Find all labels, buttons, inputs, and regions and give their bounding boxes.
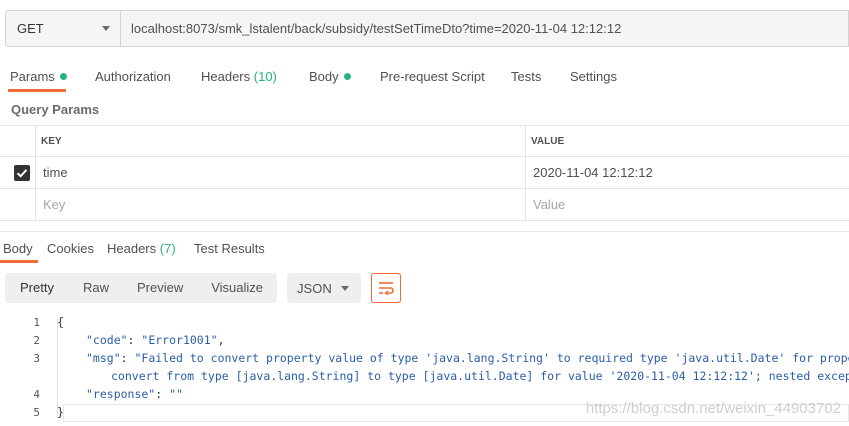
header-value-cell: VALUE — [526, 126, 849, 156]
tab-label: Pre-request Script — [380, 69, 485, 84]
chevron-down-icon — [102, 26, 110, 31]
header-key-cell: KEY — [36, 126, 526, 156]
tab-label: Cookies — [47, 241, 94, 256]
line-number: 3 — [33, 352, 40, 365]
param-value-cell[interactable]: 2020-11-04 12:12:12 — [526, 157, 849, 188]
code-line-4: "response": "" — [86, 387, 183, 401]
new-key-input[interactable]: Key — [36, 189, 526, 220]
line-number: 4 — [33, 388, 40, 401]
tab-label: Body — [3, 241, 33, 256]
tab-test-results[interactable]: Test Results — [194, 238, 265, 264]
indent-guide — [57, 318, 58, 418]
table-row: time 2020-11-04 12:12:12 — [0, 157, 849, 189]
tab-settings[interactable]: Settings — [570, 66, 617, 92]
view-preview-button[interactable]: Preview — [123, 273, 197, 303]
tab-cookies[interactable]: Cookies — [47, 238, 94, 264]
format-select[interactable]: JSON — [287, 273, 362, 303]
tab-count: (10) — [253, 69, 277, 84]
tab-tests[interactable]: Tests — [511, 66, 541, 92]
json-string: convert from type [java.lang.String] to … — [111, 369, 849, 383]
url-input[interactable]: localhost:8073/smk_lstalent/back/subsidy… — [120, 10, 849, 47]
value-placeholder: Value — [533, 197, 566, 212]
json-string: "Error1001" — [141, 333, 218, 347]
status-dot-icon — [59, 73, 67, 80]
tab-label: Params — [10, 69, 55, 84]
tab-headers[interactable]: Headers (10) — [201, 66, 277, 92]
wrap-lines-icon — [379, 282, 394, 295]
status-dot-icon — [343, 73, 351, 80]
view-pretty-button[interactable]: Pretty — [5, 273, 69, 303]
line-number: 1 — [33, 316, 40, 329]
json-key: "msg" — [86, 351, 121, 365]
param-enabled-checkbox[interactable] — [14, 165, 30, 181]
method-select[interactable]: GET — [5, 10, 120, 47]
code-line-2: "code": "Error1001", — [86, 333, 225, 347]
active-tab-indicator — [0, 260, 38, 263]
response-toolbar: Pretty Raw Preview Visualize JSON — [5, 273, 402, 303]
tab-label: Test Results — [194, 241, 265, 256]
json-string: "Failed to convert property value of typ… — [134, 351, 849, 365]
json-string: "" — [169, 387, 183, 401]
line-number: 5 — [33, 406, 40, 419]
param-value: 2020-11-04 12:12:12 — [533, 165, 653, 180]
method-label: GET — [17, 21, 44, 36]
json-key: "code" — [86, 333, 128, 347]
tab-authorization[interactable]: Authorization — [95, 66, 171, 92]
table-row-empty: Key Value — [0, 189, 849, 221]
code-line-5: } — [57, 405, 64, 419]
code-line-1: { — [57, 315, 64, 329]
json-brace: } — [57, 405, 64, 419]
format-label: JSON — [297, 280, 332, 296]
query-params-title: Query Params — [11, 102, 100, 117]
param-key: time — [43, 165, 68, 180]
params-table: KEY VALUE time 2020-11-04 12:12:12 Key V… — [0, 125, 849, 221]
response-tabs: Body Cookies Headers (7) Test Results — [0, 238, 849, 264]
tab-label: Headers — [107, 241, 157, 256]
tab-label: Authorization — [95, 69, 171, 84]
code-line-3: "msg": "Failed to convert property value… — [86, 351, 849, 365]
tab-pre-request-script[interactable]: Pre-request Script — [380, 66, 485, 92]
tab-label: Tests — [511, 69, 542, 84]
tab-body[interactable]: Body — [309, 66, 351, 92]
tab-label: Body — [309, 69, 339, 84]
watermark: https://blog.csdn.net/weixin_44903702 — [585, 400, 841, 417]
row-checkbox-cell — [0, 189, 36, 220]
request-bar: GET localhost:8073/smk_lstalent/back/sub… — [5, 10, 849, 49]
tab-label: Settings — [570, 69, 617, 84]
check-icon — [16, 169, 28, 178]
tab-response-headers[interactable]: Headers (7) — [107, 238, 176, 264]
view-visualize-button[interactable]: Visualize — [197, 273, 277, 303]
table-header: KEY VALUE — [0, 126, 849, 157]
row-checkbox-cell — [0, 157, 36, 188]
key-placeholder: Key — [43, 197, 66, 212]
header-checkbox-cell — [0, 126, 36, 156]
active-tab-indicator — [8, 89, 66, 92]
request-tabs: Params Authorization Headers (10) Body P… — [0, 66, 849, 92]
view-mode-group: Pretty Raw Preview Visualize — [5, 273, 278, 303]
tab-count: (7) — [159, 241, 176, 256]
new-value-input[interactable]: Value — [526, 189, 849, 220]
code-line-3-wrap: convert from type [java.lang.String] to … — [111, 369, 849, 383]
json-key: "response" — [86, 387, 156, 401]
wrap-lines-button[interactable] — [371, 273, 402, 303]
tab-label: Headers — [201, 69, 251, 84]
param-key-cell[interactable]: time — [36, 157, 526, 188]
view-raw-button[interactable]: Raw — [69, 273, 123, 303]
chevron-down-icon — [341, 285, 350, 291]
section-divider — [0, 231, 849, 232]
column-header-value: VALUE — [531, 136, 565, 147]
json-brace: { — [57, 315, 64, 329]
line-number: 2 — [33, 334, 40, 347]
column-header-key: KEY — [41, 136, 62, 147]
